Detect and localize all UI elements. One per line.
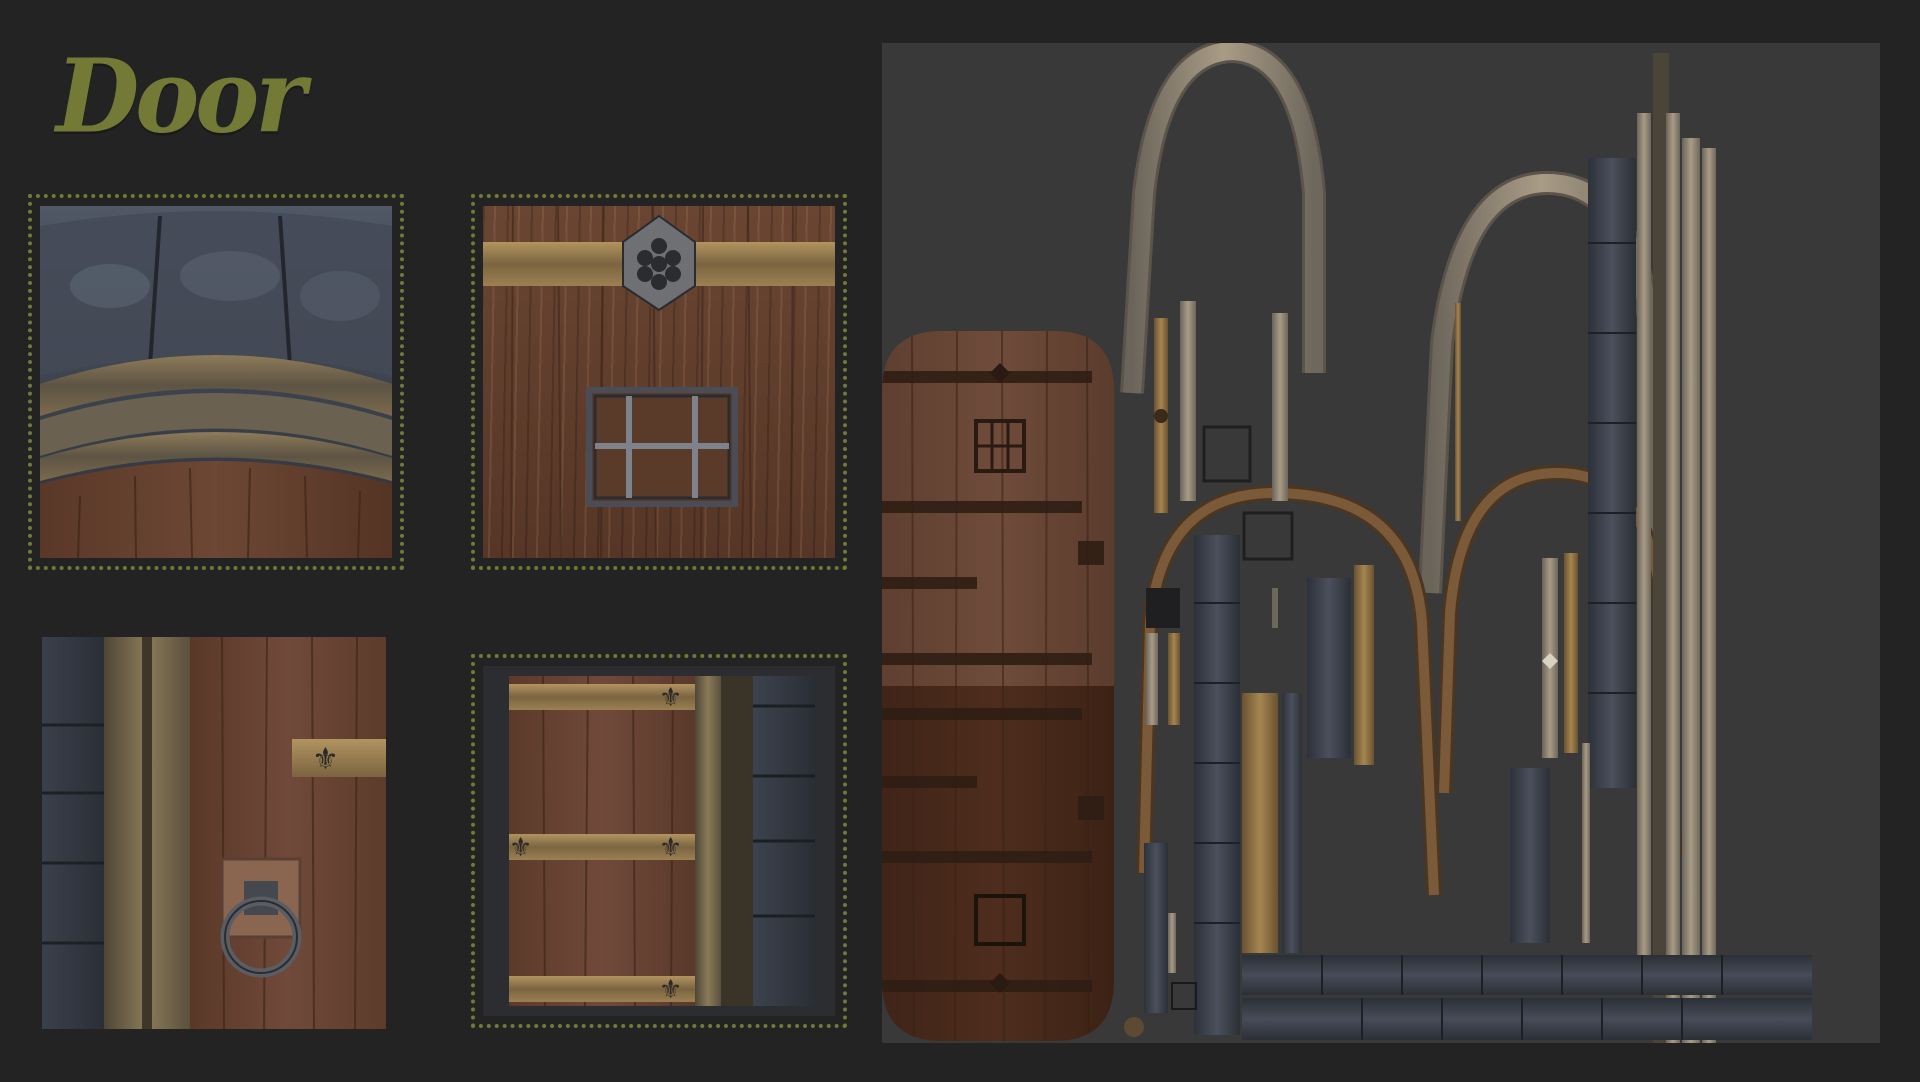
arch-detail-panel <box>28 194 404 570</box>
page-title: Door <box>56 37 306 156</box>
window-grate-detail-panel <box>471 194 847 570</box>
ring-handle-detail-image: ⚜ <box>42 637 386 1029</box>
ring-handle-detail-panel: ⚜ <box>42 637 386 1029</box>
window-grate-detail-image <box>483 206 835 558</box>
texture-atlas <box>882 43 1880 1043</box>
atlas-door-panel <box>882 331 1114 1041</box>
svg-text:⚜: ⚜ <box>509 833 532 863</box>
fleur-hinge-detail-image: ⚜ ⚜ ⚜ ⚜ <box>483 666 835 1016</box>
svg-text:⚜: ⚜ <box>659 683 682 713</box>
arch-detail-image <box>40 206 392 558</box>
svg-text:⚜: ⚜ <box>659 833 682 863</box>
fleur-hinge-detail-panel: ⚜ ⚜ ⚜ ⚜ <box>471 654 847 1028</box>
svg-text:⚜: ⚜ <box>659 975 682 1005</box>
svg-text:⚜: ⚜ <box>312 742 339 777</box>
